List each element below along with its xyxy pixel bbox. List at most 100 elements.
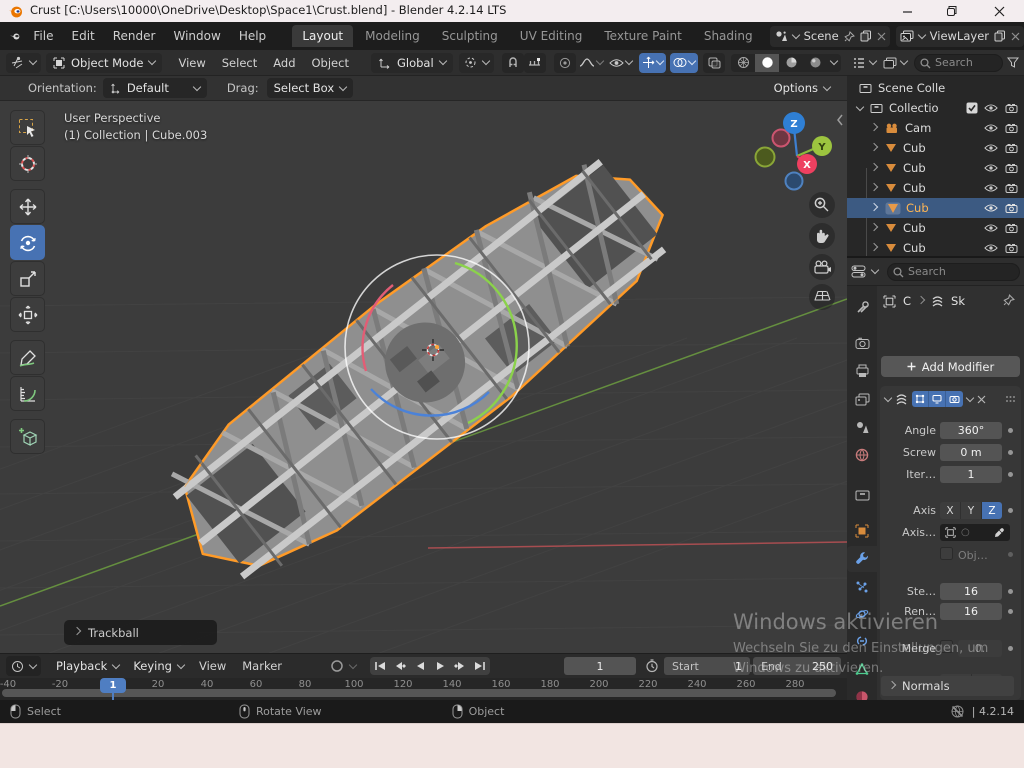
angle-animate-dot[interactable] <box>1008 428 1013 433</box>
visibility-dropdown[interactable] <box>606 53 635 73</box>
maximize-button[interactable] <box>935 0 969 22</box>
new-viewlayer-icon[interactable] <box>994 30 1006 42</box>
pivot-point-dropdown[interactable] <box>459 53 494 73</box>
angle-field[interactable]: 360° <box>940 422 1002 439</box>
merge-threshold-field[interactable]: 0. <box>958 640 1002 657</box>
playhead[interactable]: 1 <box>100 678 126 693</box>
axis-object-field[interactable]: ○ <box>940 524 1010 541</box>
pin-icon[interactable] <box>844 31 855 42</box>
breadcrumb-object-name[interactable]: C <box>903 294 911 308</box>
outliner-row-cube[interactable]: Cub <box>847 238 1024 258</box>
shading-rendered-button[interactable] <box>803 54 827 72</box>
disable-render-icon[interactable] <box>1005 203 1018 213</box>
shading-solid-button[interactable] <box>755 54 779 72</box>
add-modifier-button[interactable]: Add Modifier <box>881 356 1020 377</box>
filter-icon[interactable] <box>1007 57 1019 68</box>
workspace-tab-modeling[interactable]: Modeling <box>355 25 430 47</box>
drag-mode-dropdown[interactable]: Select Box <box>267 78 354 98</box>
end-frame-field[interactable]: End 250 <box>753 657 841 675</box>
tool-add-cube[interactable] <box>10 419 45 454</box>
tab-particles[interactable] <box>847 574 877 600</box>
operator-panel-trackball[interactable]: Trackball <box>64 620 217 645</box>
tool-scale[interactable] <box>10 261 45 296</box>
outliner-editor-icon[interactable] <box>852 57 866 69</box>
snap-toggle[interactable] <box>502 53 524 73</box>
disable-render-icon[interactable] <box>1005 243 1018 253</box>
autokey-chevron[interactable] <box>349 660 357 668</box>
snap-settings-button[interactable] <box>524 53 546 73</box>
hide-eye-icon[interactable] <box>984 163 998 173</box>
model-cube-003[interactable] <box>147 131 693 605</box>
workspace-tab-texture-paint[interactable]: Texture Paint <box>594 25 691 47</box>
tab-constraints[interactable] <box>847 628 877 654</box>
viewport-3d[interactable]: Z Y X User Perspec <box>0 101 847 653</box>
shading-wireframe-button[interactable] <box>731 54 755 72</box>
axis-neg-x-ball[interactable] <box>773 130 790 147</box>
disable-render-icon[interactable] <box>1005 143 1018 153</box>
tab-render[interactable] <box>847 330 877 356</box>
proportional-falloff-dropdown[interactable] <box>576 53 606 73</box>
viewlayer-selector[interactable]: ViewLayer <box>896 26 1024 47</box>
object-animate-dot[interactable] <box>1008 552 1013 557</box>
orientation-default-dropdown[interactable]: Default <box>103 78 207 98</box>
hide-eye-icon[interactable] <box>984 123 998 133</box>
axis-x-button[interactable]: X <box>940 502 961 519</box>
zoom-button[interactable] <box>809 192 835 218</box>
disable-render-icon[interactable] <box>1005 103 1018 113</box>
collection-expand-chevron[interactable] <box>856 102 864 110</box>
eyedropper-icon[interactable] <box>994 527 1005 538</box>
auto-keying-toggle[interactable] <box>330 659 344 673</box>
iterations-animate-dot[interactable] <box>1008 472 1013 477</box>
remove-viewlayer-icon[interactable] <box>1011 32 1020 41</box>
properties-search-input[interactable] <box>887 263 1020 281</box>
mode-dropdown[interactable]: Object Mode <box>46 53 162 73</box>
tab-output[interactable] <box>847 358 877 384</box>
tool-select-box[interactable] <box>10 110 45 145</box>
region-collapse-chevron[interactable] <box>838 115 842 125</box>
render-steps-animate-dot[interactable] <box>1008 609 1013 614</box>
menu-file[interactable]: File <box>24 22 62 50</box>
breadcrumb-modifier-name[interactable]: Sk <box>951 294 965 308</box>
tab-physics[interactable] <box>847 601 877 627</box>
scene-selector[interactable]: Scene <box>770 26 890 47</box>
tab-scene[interactable] <box>847 414 877 440</box>
disable-render-icon[interactable] <box>1005 223 1018 233</box>
minimize-button[interactable] <box>890 0 924 22</box>
outliner-row-scene-collection[interactable]: Scene Colle <box>847 78 1024 98</box>
menu-render[interactable]: Render <box>104 22 165 50</box>
display-edit-mode-toggle[interactable] <box>912 391 929 407</box>
breadcrumb-modifier-icon[interactable] <box>931 295 944 308</box>
menu-help[interactable]: Help <box>230 22 275 50</box>
xray-toggle[interactable] <box>703 53 725 73</box>
timeline-ruler[interactable]: -40 -20 20 40 60 80 100 120 140 160 180 … <box>0 678 847 700</box>
options-dropdown[interactable]: Options <box>767 78 837 98</box>
screw-animate-dot[interactable] <box>1008 450 1013 455</box>
navigation-gizmo[interactable]: Z Y X <box>756 112 833 190</box>
new-scene-icon[interactable] <box>860 30 872 42</box>
outliner-row-cube[interactable]: Cub <box>847 138 1024 158</box>
disable-render-icon[interactable] <box>1005 123 1018 133</box>
axis-z-button[interactable]: Z <box>982 502 1002 519</box>
outliner-row-cube[interactable]: Cub <box>847 158 1024 178</box>
playback-menu[interactable]: Playback <box>49 656 126 676</box>
gizmos-toggle[interactable] <box>639 53 666 73</box>
iterations-field[interactable]: 1 <box>940 466 1002 483</box>
outliner-display-mode-icon[interactable] <box>883 57 897 69</box>
timeline-marker-menu[interactable]: Marker <box>234 659 290 673</box>
modifier-delete-icon[interactable] <box>977 395 986 404</box>
hide-eye-icon[interactable] <box>984 143 998 153</box>
modifier-drag-handle[interactable] <box>1005 395 1016 403</box>
cube-expand-chevron[interactable] <box>870 222 878 230</box>
render-steps-field[interactable]: 16 <box>940 603 1002 620</box>
tool-annotate[interactable] <box>10 340 45 375</box>
start-frame-field[interactable]: Start 1 <box>664 657 750 675</box>
outliner-row-camera[interactable]: Cam <box>847 118 1024 138</box>
tool-move[interactable] <box>10 189 45 224</box>
merge-animate-dot[interactable] <box>1008 646 1013 651</box>
display-render-toggle[interactable] <box>946 391 963 407</box>
properties-editor-chevron[interactable] <box>871 266 879 274</box>
menu-add[interactable]: Add <box>265 56 303 70</box>
cube-expand-chevron[interactable] <box>870 182 878 190</box>
steps-animate-dot[interactable] <box>1008 589 1013 594</box>
tab-modifiers[interactable] <box>847 546 877 572</box>
